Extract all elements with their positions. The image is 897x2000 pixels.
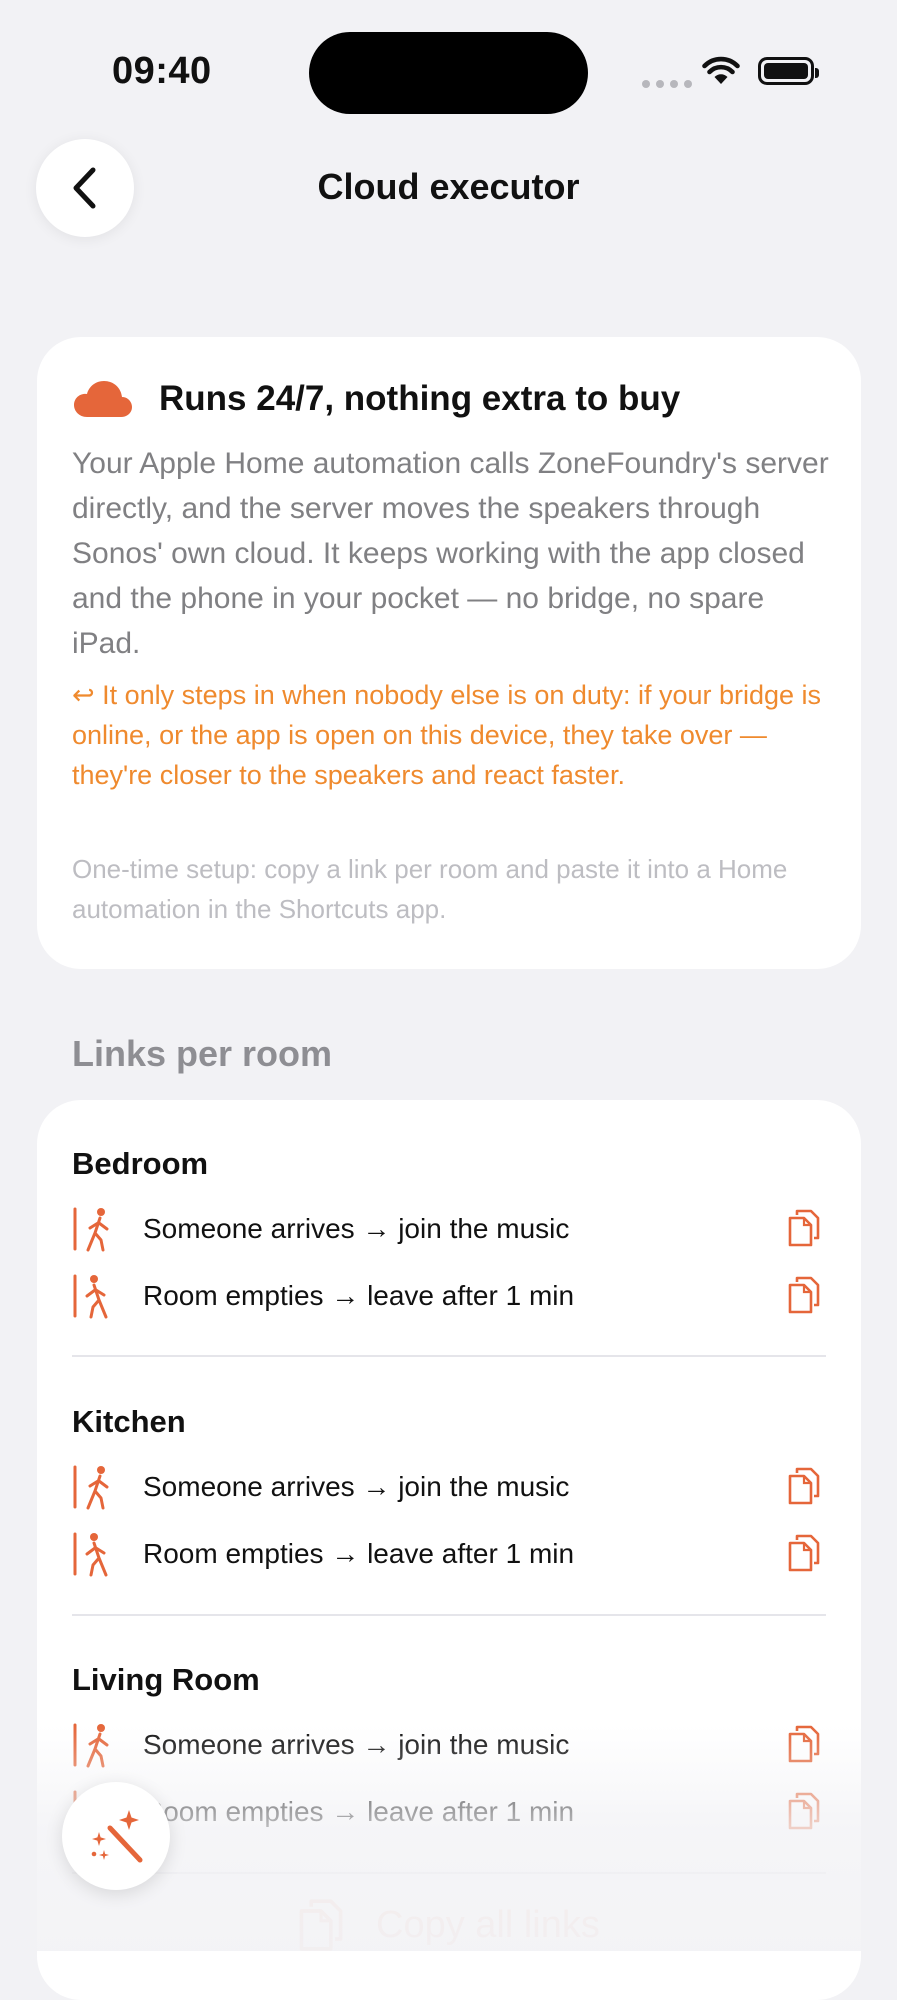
room-name: Living Room — [72, 1662, 260, 1697]
cloud-info-card: Runs 24/7, nothing extra to buy Your App… — [37, 337, 861, 969]
person-walking-in-icon — [73, 1723, 109, 1768]
info-description: Your Apple Home automation calls ZoneFou… — [72, 447, 829, 660]
divider — [72, 1872, 826, 1874]
copy-link-button[interactable] — [787, 1208, 821, 1248]
info-header: Runs 24/7, nothing extra to buy — [73, 379, 680, 419]
page-title: Cloud executor — [317, 166, 580, 207]
copy-link-button[interactable] — [787, 1724, 821, 1764]
copy-link-button[interactable] — [787, 1791, 821, 1831]
link-row-arrive[interactable]: Someone arrives → join the music — [72, 1720, 827, 1770]
link-label: Room empties → leave after 1 min — [143, 1538, 575, 1569]
room-name: Bedroom — [72, 1146, 209, 1181]
info-title: Runs 24/7, nothing extra to buy — [159, 379, 681, 418]
link-label: Someone arrives → join the music — [143, 1213, 570, 1244]
cloud-icon — [74, 381, 132, 417]
divider — [72, 1614, 826, 1616]
magic-wand-icon — [91, 1810, 143, 1863]
link-row-arrive[interactable]: Someone arrives → join the music — [72, 1204, 827, 1254]
section-label-links: Links per room — [72, 1033, 333, 1074]
status-bar: 09:40 — [0, 0, 897, 140]
status-time: 09:40 — [112, 50, 212, 92]
link-label: Room empties → leave after 1 min — [143, 1796, 575, 1827]
divider — [72, 1355, 826, 1357]
person-walking-in-icon — [73, 1207, 109, 1252]
link-label: Someone arrives → join the music — [143, 1729, 570, 1760]
copy-link-button[interactable] — [787, 1275, 821, 1315]
person-walking-in-icon — [73, 1465, 109, 1510]
battery-icon — [758, 57, 819, 85]
link-row-leave[interactable]: Room empties → leave after 1 min — [72, 1271, 827, 1321]
room-name: Kitchen — [72, 1404, 186, 1439]
copy-all-label: Copy all links — [376, 1903, 600, 1946]
link-label: Room empties → leave after 1 min — [143, 1280, 575, 1311]
person-walking-out-icon — [73, 1532, 108, 1577]
cellular-signal-icon — [642, 80, 692, 88]
copy-link-button[interactable] — [787, 1466, 821, 1506]
link-row-leave[interactable]: Room empties → leave after 1 min — [72, 1787, 827, 1837]
link-row-leave[interactable]: Room empties → leave after 1 min — [72, 1529, 827, 1579]
link-row-arrive[interactable]: Someone arrives → join the music — [72, 1462, 827, 1512]
info-note: ↩ It only steps in when nobody else is o… — [72, 680, 822, 790]
magic-action-button[interactable] — [62, 1782, 170, 1890]
info-setup-hint: One-time setup: copy a link per room and… — [72, 854, 788, 924]
dynamic-island — [309, 32, 588, 114]
wifi-icon — [702, 56, 740, 84]
link-label: Someone arrives → join the music — [143, 1471, 570, 1502]
copy-link-button[interactable] — [787, 1533, 821, 1573]
copy-documents-icon — [299, 1899, 343, 1951]
person-walking-out-icon — [73, 1274, 108, 1319]
copy-all-links-button[interactable]: Copy all links — [296, 1897, 600, 1953]
